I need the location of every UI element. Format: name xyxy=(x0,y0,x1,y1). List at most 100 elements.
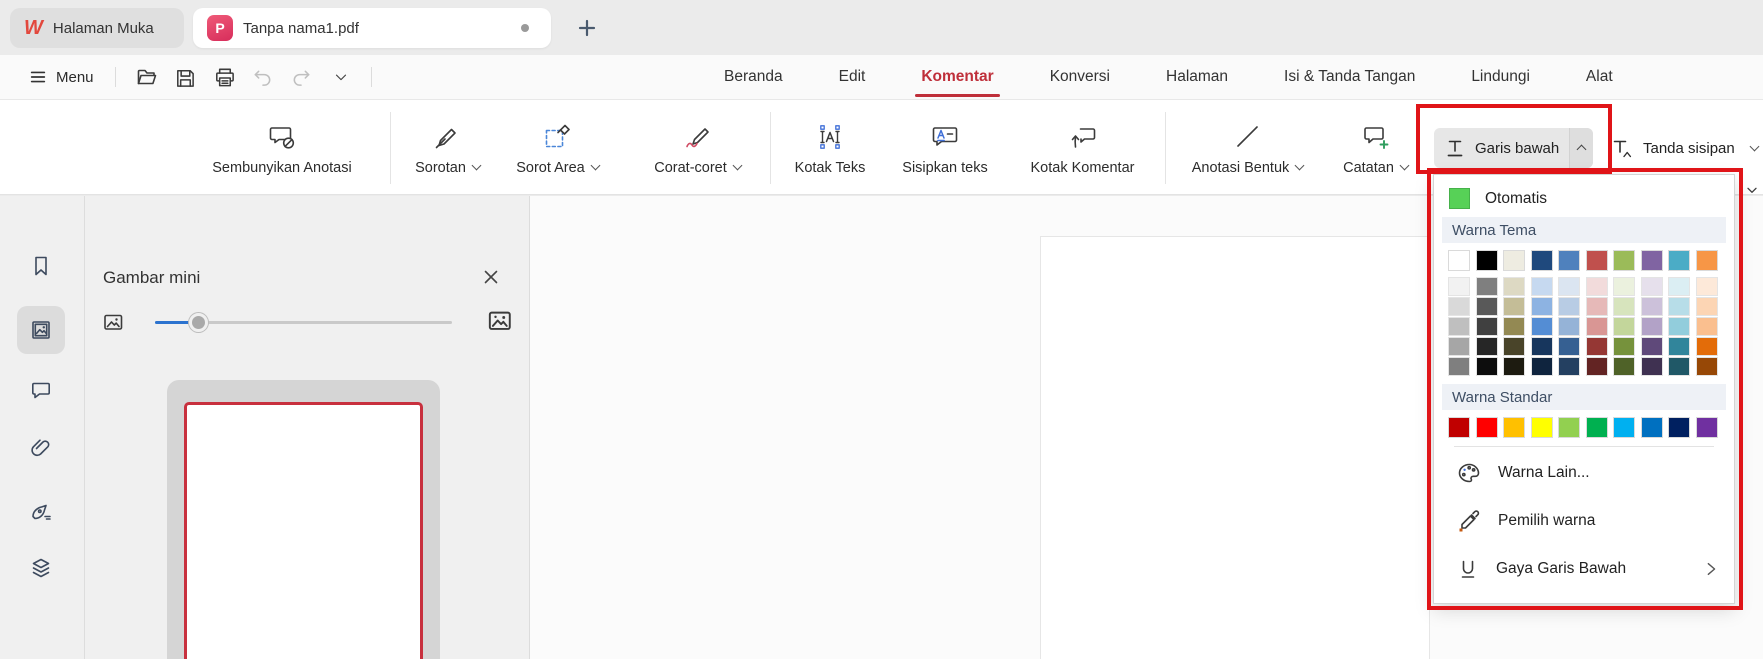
color-swatch[interactable] xyxy=(1530,337,1553,356)
sidebar-item-bookmarks[interactable] xyxy=(17,242,65,290)
page-thumbnail-selected[interactable] xyxy=(167,380,440,659)
color-swatch[interactable] xyxy=(1530,357,1553,376)
color-swatch[interactable] xyxy=(1640,317,1663,336)
slider-thumb[interactable] xyxy=(189,313,208,332)
tab-halaman[interactable]: Halaman xyxy=(1164,55,1230,99)
color-swatch[interactable] xyxy=(1585,337,1608,356)
save-button[interactable] xyxy=(170,62,200,92)
color-swatch[interactable] xyxy=(1503,297,1525,316)
color-swatch[interactable] xyxy=(1448,417,1470,438)
sidebar-item-attachments[interactable] xyxy=(17,424,65,472)
color-swatch[interactable] xyxy=(1640,297,1663,316)
tab-alat[interactable]: Alat xyxy=(1584,55,1615,99)
main-menu-button[interactable]: Menu xyxy=(22,63,100,91)
color-swatch[interactable] xyxy=(1668,337,1690,356)
color-swatch[interactable] xyxy=(1668,317,1690,336)
color-swatch[interactable] xyxy=(1530,297,1553,316)
color-swatch[interactable] xyxy=(1558,317,1580,336)
color-swatch[interactable] xyxy=(1503,250,1525,271)
color-swatch[interactable] xyxy=(1475,357,1498,376)
color-swatch[interactable] xyxy=(1668,250,1690,271)
color-swatch[interactable] xyxy=(1475,317,1498,336)
color-swatch[interactable] xyxy=(1668,357,1690,376)
zoom-in-thumbnails-button[interactable] xyxy=(485,306,514,340)
insert-caret-button[interactable]: Tanda sisipan xyxy=(1606,128,1763,168)
color-swatch[interactable] xyxy=(1585,417,1608,438)
tab-edit[interactable]: Edit xyxy=(837,55,868,99)
color-swatch[interactable] xyxy=(1613,297,1635,316)
sidebar-item-layers[interactable] xyxy=(17,544,65,592)
color-swatch[interactable] xyxy=(1613,337,1635,356)
sidebar-item-signature[interactable] xyxy=(17,486,65,534)
color-swatch[interactable] xyxy=(1530,277,1553,296)
zoom-out-thumbnails-button[interactable] xyxy=(101,310,125,339)
color-swatch[interactable] xyxy=(1558,297,1580,316)
color-swatch[interactable] xyxy=(1448,277,1470,296)
comment-box-button[interactable]: Kotak Komentar xyxy=(1015,108,1150,188)
color-swatch[interactable] xyxy=(1558,417,1580,438)
new-tab-button[interactable] xyxy=(572,13,602,43)
pdf-page[interactable] xyxy=(1040,236,1430,659)
color-swatch[interactable] xyxy=(1585,317,1608,336)
shape-annotation-button[interactable]: Anotasi Bentuk xyxy=(1180,108,1315,188)
more-colors-item[interactable]: Warna Lain... xyxy=(1434,449,1734,497)
color-swatch[interactable] xyxy=(1695,337,1718,356)
color-swatch[interactable] xyxy=(1585,277,1608,296)
sidebar-item-thumbnails[interactable] xyxy=(17,306,65,354)
color-swatch[interactable] xyxy=(1448,250,1470,271)
color-swatch[interactable] xyxy=(1613,417,1635,438)
color-swatch[interactable] xyxy=(1475,337,1498,356)
color-swatch[interactable] xyxy=(1503,417,1525,438)
color-swatch[interactable] xyxy=(1475,250,1498,271)
color-swatch[interactable] xyxy=(1613,250,1635,271)
insert-text-button[interactable]: Sisipkan teks xyxy=(890,108,1000,188)
underline-dropdown-toggle[interactable] xyxy=(1569,128,1593,168)
color-swatch[interactable] xyxy=(1613,277,1635,296)
redo-button[interactable] xyxy=(287,62,317,92)
automatic-color-item[interactable]: Otomatis xyxy=(1434,180,1734,217)
undo-button[interactable] xyxy=(248,62,278,92)
print-button[interactable] xyxy=(209,62,239,92)
color-swatch[interactable] xyxy=(1448,357,1470,376)
color-swatch[interactable] xyxy=(1503,317,1525,336)
color-swatch[interactable] xyxy=(1503,357,1525,376)
color-swatch[interactable] xyxy=(1475,417,1498,438)
color-swatch[interactable] xyxy=(1585,357,1608,376)
tab-beranda[interactable]: Beranda xyxy=(722,55,785,99)
color-swatch[interactable] xyxy=(1668,277,1690,296)
highlight-area-button[interactable]: Sorot Area xyxy=(505,108,610,188)
underline-style-item[interactable]: Gaya Garis Bawah xyxy=(1434,545,1734,593)
color-swatch[interactable] xyxy=(1530,417,1553,438)
color-swatch[interactable] xyxy=(1695,250,1718,271)
color-swatch[interactable] xyxy=(1530,250,1553,271)
tab-lindungi[interactable]: Lindungi xyxy=(1469,55,1532,99)
color-swatch[interactable] xyxy=(1558,357,1580,376)
color-swatch[interactable] xyxy=(1640,417,1663,438)
color-swatch[interactable] xyxy=(1640,337,1663,356)
highlight-button[interactable]: Sorotan xyxy=(400,108,495,188)
color-swatch[interactable] xyxy=(1613,357,1635,376)
color-swatch[interactable] xyxy=(1448,297,1470,316)
color-swatch[interactable] xyxy=(1695,417,1718,438)
color-swatch[interactable] xyxy=(1668,417,1690,438)
color-swatch[interactable] xyxy=(1558,337,1580,356)
tab-isi-tanda-tangan[interactable]: Isi & Tanda Tangan xyxy=(1282,55,1417,99)
color-swatch[interactable] xyxy=(1530,317,1553,336)
underline-button[interactable]: Garis bawah xyxy=(1434,128,1593,168)
color-swatch[interactable] xyxy=(1695,357,1718,376)
color-swatch[interactable] xyxy=(1503,277,1525,296)
toolbar-more-button[interactable] xyxy=(326,62,356,92)
color-swatch[interactable] xyxy=(1503,337,1525,356)
tab-home-page[interactable]: W Halaman Muka xyxy=(10,8,184,48)
color-swatch[interactable] xyxy=(1668,297,1690,316)
color-picker-item[interactable]: Pemilih warna xyxy=(1434,497,1734,545)
sidebar-item-comments[interactable] xyxy=(17,366,65,414)
color-swatch[interactable] xyxy=(1558,277,1580,296)
scribble-button[interactable]: Corat-coret xyxy=(635,108,760,188)
color-swatch[interactable] xyxy=(1585,250,1608,271)
color-swatch[interactable] xyxy=(1640,250,1663,271)
color-swatch[interactable] xyxy=(1695,317,1718,336)
color-swatch[interactable] xyxy=(1585,297,1608,316)
color-swatch[interactable] xyxy=(1558,250,1580,271)
color-swatch[interactable] xyxy=(1695,277,1718,296)
